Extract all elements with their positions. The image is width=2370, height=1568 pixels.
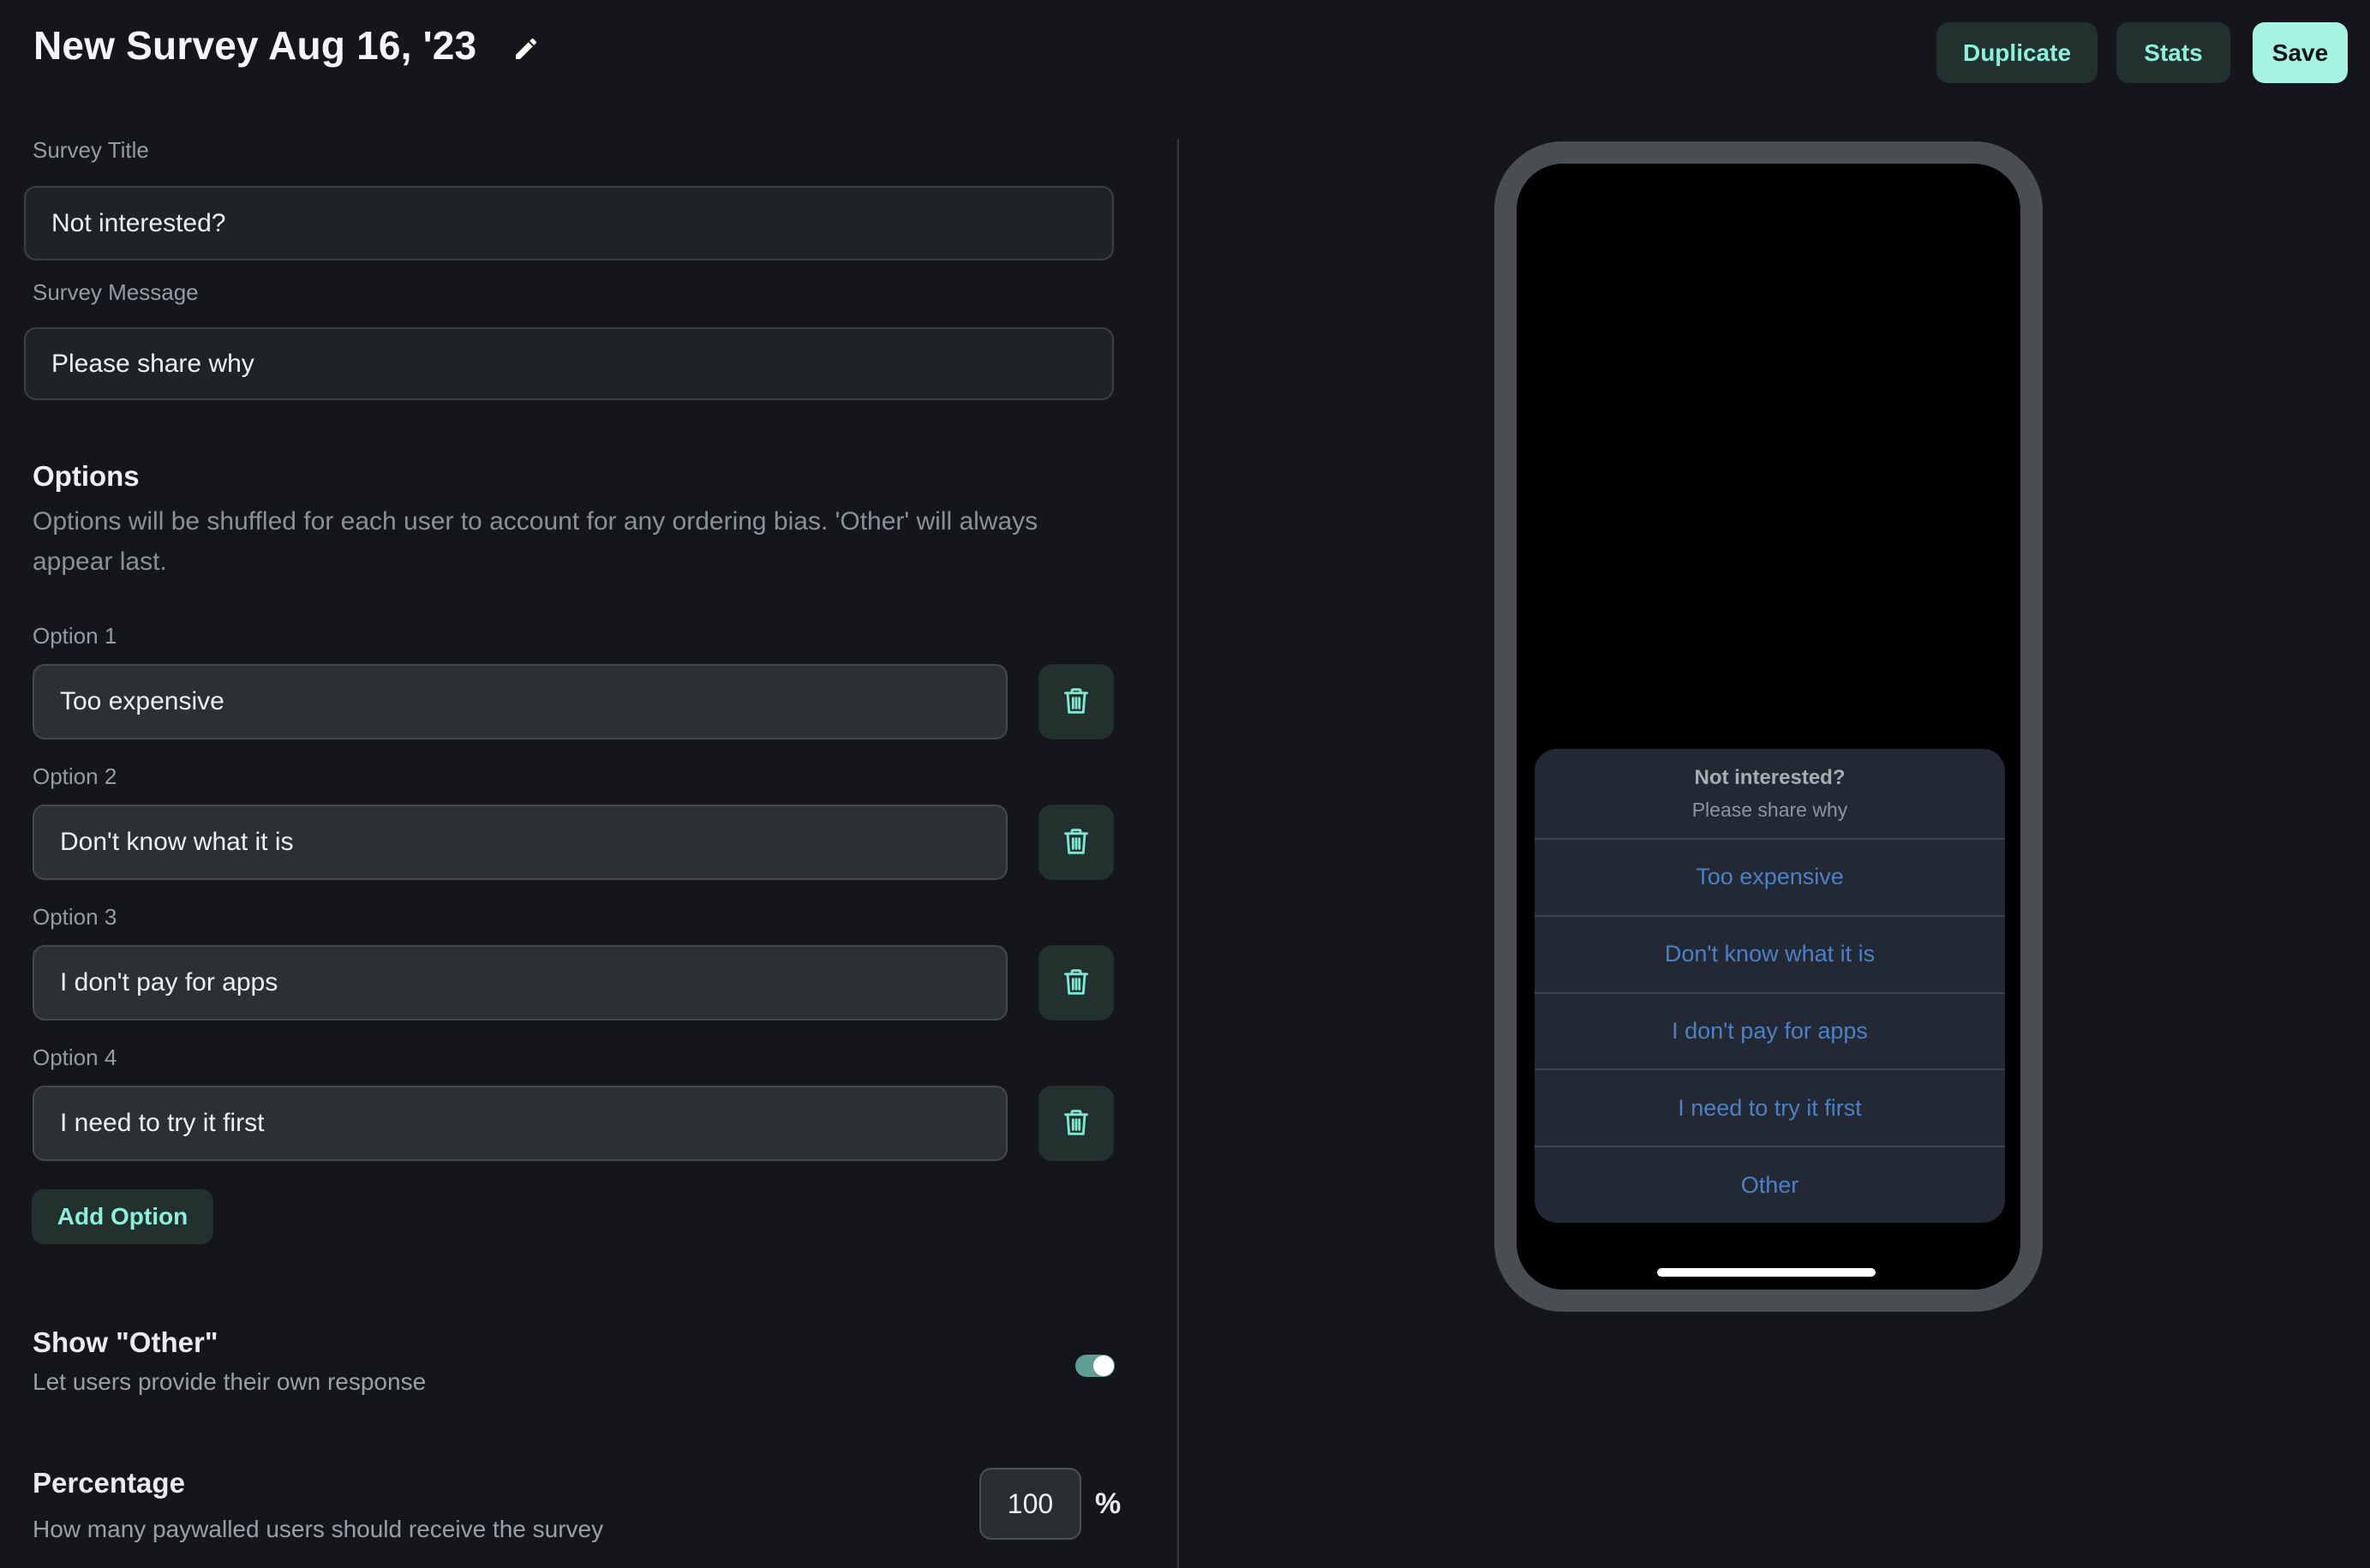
edit-title-button[interactable] (507, 31, 545, 69)
home-indicator (1657, 1268, 1876, 1277)
percent-sign: % (1095, 1487, 1121, 1521)
delete-option-3-button[interactable] (1038, 945, 1114, 1020)
survey-message-label: Survey Message (33, 279, 199, 306)
survey-message-input[interactable] (24, 327, 1114, 400)
dialog-option-too-expensive[interactable]: Too expensive (1535, 838, 2005, 915)
option-2-label: Option 2 (33, 763, 117, 790)
save-button[interactable]: Save (2253, 22, 2348, 83)
percentage-heading: Percentage (33, 1467, 185, 1499)
delete-option-1-button[interactable] (1038, 664, 1114, 739)
percentage-description: How many paywalled users should receive … (33, 1516, 603, 1543)
dialog-message: Please share why (1535, 799, 2005, 822)
phone-preview: Not interested? Please share why Too exp… (1494, 141, 2043, 1312)
show-other-description: Let users provide their own response (33, 1368, 426, 1396)
option-1-input[interactable] (33, 664, 1008, 739)
duplicate-button[interactable]: Duplicate (1936, 22, 2098, 83)
trash-icon (1059, 1105, 1093, 1142)
dialog-option-try-first[interactable]: I need to try it first (1535, 1068, 2005, 1146)
show-other-toggle[interactable] (1075, 1355, 1115, 1377)
option-3-input[interactable] (33, 945, 1008, 1020)
dialog-option-dont-pay[interactable]: I don't pay for apps (1535, 992, 2005, 1069)
toggle-knob (1093, 1356, 1114, 1376)
option-1-label: Option 1 (33, 623, 117, 649)
option-3-label: Option 3 (33, 904, 117, 931)
options-heading: Options (33, 460, 140, 493)
dialog-option-other[interactable]: Other (1535, 1146, 2005, 1223)
survey-dialog: Not interested? Please share why Too exp… (1535, 749, 2005, 1223)
delete-option-2-button[interactable] (1038, 805, 1114, 880)
trash-icon (1059, 965, 1093, 1002)
dialog-option-dont-know[interactable]: Don't know what it is (1535, 915, 2005, 992)
delete-option-4-button[interactable] (1038, 1086, 1114, 1161)
trash-icon (1059, 824, 1093, 861)
show-other-heading: Show "Other" (33, 1326, 218, 1359)
pencil-icon (512, 52, 540, 65)
survey-dialog-header: Not interested? Please share why (1535, 749, 2005, 838)
option-4-label: Option 4 (33, 1044, 117, 1071)
dialog-title: Not interested? (1535, 766, 2005, 790)
option-2-input[interactable] (33, 805, 1008, 880)
panel-divider (1177, 139, 1179, 1568)
percentage-input[interactable] (979, 1468, 1081, 1540)
options-description: Options will be shuffled for each user t… (33, 501, 1121, 582)
option-4-input[interactable] (33, 1086, 1008, 1161)
survey-title-input[interactable] (24, 186, 1114, 260)
add-option-button[interactable]: Add Option (32, 1189, 213, 1244)
page-title: New Survey Aug 16, '23 (33, 22, 476, 69)
trash-icon (1059, 684, 1093, 721)
survey-title-label: Survey Title (33, 137, 149, 164)
stats-button[interactable]: Stats (2116, 22, 2230, 83)
